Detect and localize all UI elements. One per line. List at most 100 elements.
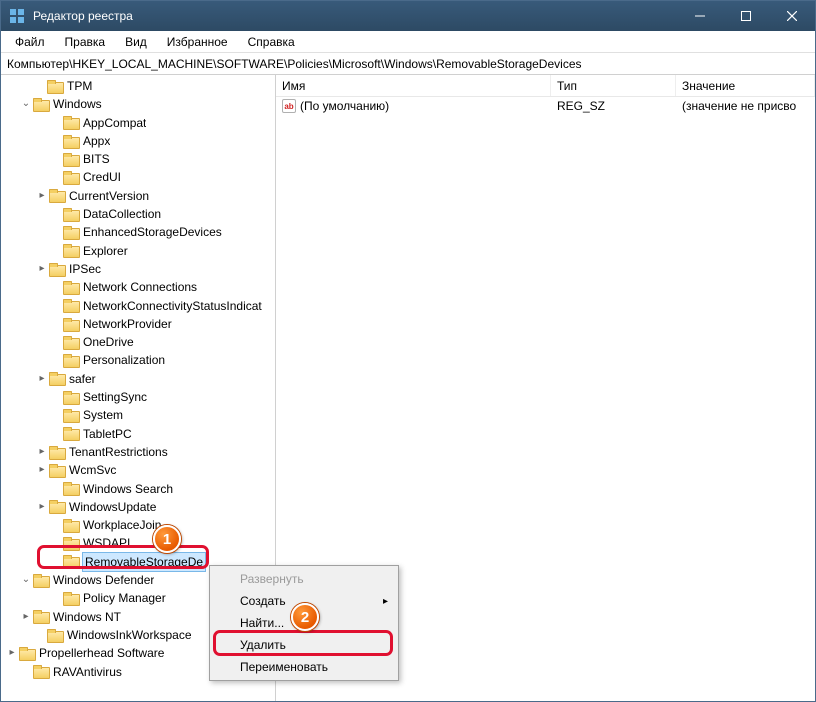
tree-node[interactable]: ▸OneDrive: [1, 333, 275, 351]
folder-icon: [63, 299, 79, 312]
menu-favorites[interactable]: Избранное: [157, 33, 238, 51]
folder-icon: [49, 263, 65, 276]
folder-icon: [19, 647, 35, 660]
tree-node[interactable]: ▸Appx: [1, 132, 275, 150]
expander-icon[interactable]: ▸: [35, 187, 49, 205]
folder-icon: [49, 372, 65, 385]
ctx-expand[interactable]: Развернуть: [212, 568, 396, 590]
folder-icon: [63, 318, 79, 331]
folder-icon: [49, 189, 65, 202]
tree-node[interactable]: ▸Windows Search: [1, 480, 275, 498]
tree-node[interactable]: ▸AppCompat: [1, 114, 275, 132]
expander-icon[interactable]: ▸: [35, 260, 49, 278]
list-header: Имя Тип Значение: [276, 75, 815, 97]
folder-icon: [63, 427, 79, 440]
string-value-icon: ab: [282, 99, 296, 113]
tree-node[interactable]: ▸TenantRestrictions: [1, 443, 275, 461]
tree-node[interactable]: ▸safer: [1, 370, 275, 388]
folder-icon: [63, 281, 79, 294]
tree-node[interactable]: ▸TabletPC: [1, 425, 275, 443]
tree-node[interactable]: ▸WindowsUpdate: [1, 498, 275, 516]
menu-edit[interactable]: Правка: [55, 33, 116, 51]
folder-icon: [49, 464, 65, 477]
app-icon: [9, 8, 25, 24]
tree-node[interactable]: ▸BITS: [1, 150, 275, 168]
folder-icon: [63, 391, 79, 404]
folder-icon: [63, 208, 79, 221]
value-data: (значение не присво: [676, 99, 815, 113]
value-type: REG_SZ: [551, 99, 676, 113]
value-row-default[interactable]: ab (По умолчанию) REG_SZ (значение не пр…: [276, 97, 815, 115]
folder-icon: [47, 629, 63, 642]
folder-icon: [33, 98, 49, 111]
expander-icon[interactable]: ▸: [5, 644, 19, 662]
folder-icon: [63, 336, 79, 349]
folder-icon: [63, 592, 79, 605]
folder-icon: [63, 409, 79, 422]
folder-icon: [63, 171, 79, 184]
menu-help[interactable]: Справка: [238, 33, 305, 51]
tree-node[interactable]: ▸Explorer: [1, 242, 275, 260]
expander-icon[interactable]: ▸: [35, 443, 49, 461]
tree-node[interactable]: ▸WorkplaceJoin: [1, 516, 275, 534]
tree-node[interactable]: ▸Network Connections: [1, 278, 275, 296]
tree-node[interactable]: ▸IPSec: [1, 260, 275, 278]
value-name: (По умолчанию): [300, 99, 389, 113]
address-bar[interactable]: Компьютер\HKEY_LOCAL_MACHINE\SOFTWARE\Po…: [1, 53, 815, 75]
folder-icon: [63, 226, 79, 239]
tree-node[interactable]: ▸WSDAPI: [1, 534, 275, 552]
close-button[interactable]: [769, 1, 815, 31]
folder-icon: [63, 244, 79, 257]
menubar: Файл Правка Вид Избранное Справка: [1, 31, 815, 53]
folder-icon: [63, 519, 79, 532]
folder-icon: [33, 610, 49, 623]
window-title: Редактор реестра: [33, 9, 133, 23]
menu-file[interactable]: Файл: [5, 33, 55, 51]
col-value[interactable]: Значение: [676, 75, 815, 96]
tree-node[interactable]: ▸NetworkProvider: [1, 315, 275, 333]
folder-icon: [63, 354, 79, 367]
folder-icon: [63, 116, 79, 129]
folder-icon: [33, 574, 49, 587]
expander-icon[interactable]: ⌄: [19, 571, 33, 589]
folder-icon: [47, 80, 63, 93]
tree-node[interactable]: ▸Personalization: [1, 351, 275, 369]
tree-node-windows[interactable]: ⌄Windows: [1, 95, 275, 113]
folder-icon: [63, 537, 79, 550]
tree-node[interactable]: ▸EnhancedStorageDevices: [1, 223, 275, 241]
expander-icon[interactable]: ▸: [19, 608, 33, 626]
tree-node[interactable]: ▸System: [1, 406, 275, 424]
tree-node[interactable]: ▸DataCollection: [1, 205, 275, 223]
address-text: Компьютер\HKEY_LOCAL_MACHINE\SOFTWARE\Po…: [7, 57, 582, 71]
registry-editor-window: Редактор реестра Файл Правка Вид Избранн…: [0, 0, 816, 702]
ctx-delete[interactable]: Удалить: [212, 634, 396, 656]
content: ▸TPM ⌄Windows ▸AppCompat ▸Appx ▸BITS ▸Cr…: [1, 75, 815, 701]
submenu-arrow-icon: ▸: [383, 596, 388, 607]
col-name[interactable]: Имя: [276, 75, 551, 96]
expander-icon[interactable]: ▸: [35, 370, 49, 388]
ctx-rename[interactable]: Переименовать: [212, 656, 396, 678]
expander-icon[interactable]: ▸: [35, 498, 49, 516]
folder-icon: [49, 446, 65, 459]
minimize-button[interactable]: [677, 1, 723, 31]
menu-view[interactable]: Вид: [115, 33, 157, 51]
expander-icon[interactable]: ▸: [35, 461, 49, 479]
folder-icon: [49, 500, 65, 513]
folder-icon: [33, 665, 49, 678]
annotation-marker-1: 1: [153, 525, 181, 553]
expander-icon[interactable]: ⌄: [19, 95, 33, 113]
tree-node[interactable]: ▸NetworkConnectivityStatusIndicat: [1, 297, 275, 315]
tree-node[interactable]: ▸SettingSync: [1, 388, 275, 406]
folder-icon: [63, 135, 79, 148]
folder-icon: [63, 555, 79, 568]
folder-icon: [63, 482, 79, 495]
maximize-button[interactable]: [723, 1, 769, 31]
annotation-marker-2: 2: [291, 603, 319, 631]
tree-node[interactable]: ▸CurrentVersion: [1, 187, 275, 205]
tree-node[interactable]: ▸WcmSvc: [1, 461, 275, 479]
tree-node-tpm[interactable]: ▸TPM: [1, 77, 275, 95]
tree-node[interactable]: ▸CredUI: [1, 168, 275, 186]
folder-icon: [63, 153, 79, 166]
col-type[interactable]: Тип: [551, 75, 676, 96]
titlebar[interactable]: Редактор реестра: [1, 1, 815, 31]
